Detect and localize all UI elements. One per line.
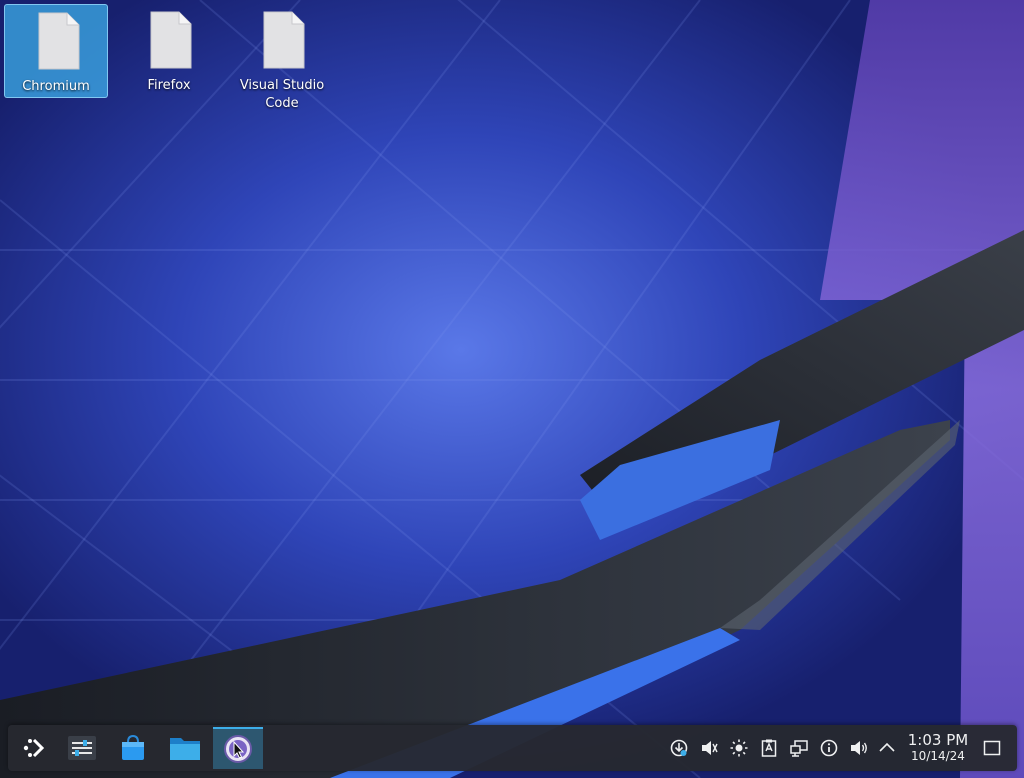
desktop-icon-label: Visual Studio Code <box>239 78 325 111</box>
info-icon <box>820 739 838 757</box>
application-launcher-button[interactable] <box>10 727 58 769</box>
desktop-icon-firefox[interactable]: Firefox <box>117 4 221 98</box>
brightness-icon <box>730 739 748 757</box>
updates-icon <box>670 739 688 757</box>
desktop-icon-chromium[interactable]: Chromium <box>4 4 108 98</box>
tray-updates[interactable] <box>668 737 690 759</box>
tray-brightness[interactable] <box>728 737 750 759</box>
tray-expand-button[interactable] <box>876 737 898 759</box>
network-icon <box>790 740 808 757</box>
task-dolphin[interactable] <box>161 727 209 769</box>
desktop-icon-label: Chromium <box>22 79 90 94</box>
tray-audio-muted[interactable] <box>698 737 720 759</box>
discover-store-icon <box>122 734 144 760</box>
task-system-settings[interactable] <box>58 727 106 769</box>
show-desktop-icon <box>983 740 1001 756</box>
wallpaper <box>0 0 1024 778</box>
taskbar: 1:03 PM 10/14/24 <box>8 725 1017 771</box>
clipboard-icon <box>761 739 777 757</box>
show-desktop-button[interactable] <box>981 737 1003 759</box>
chevron-up-icon <box>879 742 895 752</box>
tray-network[interactable] <box>788 737 810 759</box>
task-active-app[interactable] <box>213 727 263 769</box>
desktop-icon-label: Firefox <box>147 78 191 93</box>
dolphin-folder-icon <box>170 738 200 760</box>
tray-info[interactable] <box>818 737 840 759</box>
volume-icon <box>851 741 867 755</box>
volume-muted-icon <box>702 741 718 755</box>
clock-time: 1:03 PM <box>907 731 969 749</box>
desktop-icon-visual-studio-code[interactable]: Visual Studio Code <box>230 4 334 111</box>
system-settings-icon <box>68 736 96 760</box>
clock-date: 10/14/24 <box>911 749 965 763</box>
app-icon <box>224 735 252 763</box>
task-discover[interactable] <box>109 727 157 769</box>
file-icon <box>38 12 80 70</box>
tray-volume[interactable] <box>848 737 870 759</box>
tray-clipboard[interactable] <box>758 737 780 759</box>
digital-clock[interactable]: 1:03 PM 10/14/24 <box>901 731 975 764</box>
kde-application-launcher-icon <box>23 738 45 758</box>
file-icon <box>263 11 305 69</box>
file-icon <box>150 11 192 69</box>
